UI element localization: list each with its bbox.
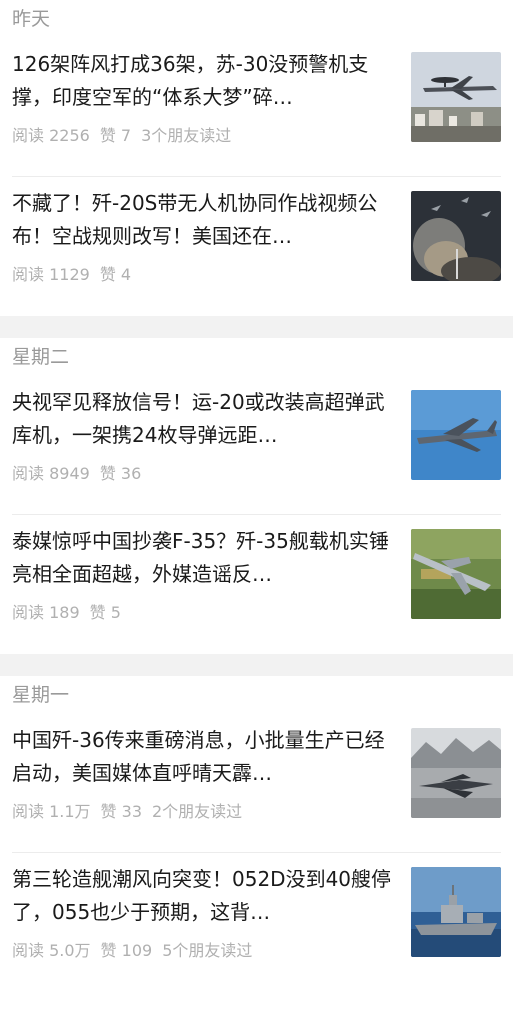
awacs-plane-photo[interactable] — [411, 52, 501, 142]
section-date-label: 昨天 — [12, 8, 51, 30]
friends-read: 3个朋友读过 — [141, 126, 232, 145]
like-count: 赞 109 — [100, 941, 153, 960]
article-title[interactable]: 泰媒惊呼中国抄袭F-35？歼-35舰载机实锤亮相全面超越，外媒造谣反… — [12, 525, 397, 591]
read-count: 阅读 189 — [12, 603, 80, 622]
jet-on-runway-photo[interactable] — [411, 728, 501, 818]
read-count: 阅读 5.0万 — [12, 941, 91, 960]
like-count: 赞 4 — [99, 265, 132, 284]
article-meta: 阅读 8949 赞 36 — [12, 460, 151, 484]
article-group-tuesday: 星期二 央视罕见释放信号！运-20或改装高超弹武库机，一架携24枚导弹远距… 阅… — [0, 338, 513, 654]
like-count: 赞 33 — [100, 802, 142, 821]
article-group-monday: 星期一 中国歼-36传来重磅消息，小批量生产已经启动，美国媒体直呼晴天霹… 阅读… — [0, 676, 513, 992]
warship-photo[interactable] — [411, 867, 501, 957]
section-date-label: 星期一 — [12, 684, 70, 706]
like-count: 赞 36 — [99, 464, 142, 483]
section-divider — [0, 316, 513, 338]
stealth-fighter-photo[interactable] — [411, 529, 501, 619]
article-meta: 阅读 189 赞 5 — [12, 599, 131, 623]
section-divider — [0, 654, 513, 676]
friends-read: 5个朋友读过 — [162, 941, 253, 960]
read-count: 阅读 2256 — [12, 126, 90, 145]
article-title[interactable]: 第三轮造舰潮风向突变！052D没到40艘停了，055也少于预期，这背… — [12, 863, 397, 929]
transport-plane-photo[interactable] — [411, 390, 501, 480]
article-meta: 阅读 5.0万赞 109 5个朋友读过 — [12, 937, 262, 961]
article-item[interactable]: 央视罕见释放信号！运-20或改装高超弹武库机，一架携24枚导弹远距… 阅读 89… — [12, 376, 501, 515]
article-meta: 阅读 1.1万赞 33 2个朋友读过 — [12, 798, 252, 822]
section-date-label: 星期二 — [12, 346, 70, 368]
friends-read: 2个朋友读过 — [152, 802, 243, 821]
article-title[interactable]: 中国歼-36传来重磅消息，小批量生产已经启动，美国媒体直呼晴天霹… — [12, 724, 397, 790]
article-item[interactable]: 第三轮造舰潮风向突变！052D没到40艘停了，055也少于预期，这背… 阅读 5… — [12, 853, 501, 992]
article-title[interactable]: 不藏了！歼-20S带无人机协同作战视频公布！空战规则改写！美国还在… — [12, 187, 397, 253]
like-count: 赞 7 — [99, 126, 132, 145]
article-title[interactable]: 央视罕见释放信号！运-20或改装高超弹武库机，一架携24枚导弹远距… — [12, 386, 397, 452]
like-count: 赞 5 — [89, 603, 121, 622]
article-item[interactable]: 不藏了！歼-20S带无人机协同作战视频公布！空战规则改写！美国还在… 阅读 11… — [12, 177, 501, 316]
read-count: 阅读 8949 — [12, 464, 90, 483]
article-item[interactable]: 中国歼-36传来重磅消息，小批量生产已经启动，美国媒体直呼晴天霹… 阅读 1.1… — [12, 714, 501, 853]
article-item[interactable]: 泰媒惊呼中国抄袭F-35？歼-35舰载机实锤亮相全面超越，外媒造谣反… 阅读 1… — [12, 515, 501, 654]
article-meta: 阅读 2256 赞 7 3个朋友读过 — [12, 122, 241, 146]
read-count: 阅读 1.1万 — [12, 802, 91, 821]
article-item[interactable]: 126架阵风打成36架，苏-30没预警机支撑，印度空军的“体系大梦”碎… 阅读 … — [12, 38, 501, 177]
article-group-yesterday: 昨天 126架阵风打成36架，苏-30没预警机支撑，印度空军的“体系大梦”碎… … — [0, 0, 513, 316]
article-meta: 阅读 1129 赞 4 — [12, 261, 141, 285]
fighter-formation-photo[interactable] — [411, 191, 501, 281]
article-title[interactable]: 126架阵风打成36架，苏-30没预警机支撑，印度空军的“体系大梦”碎… — [12, 48, 397, 114]
read-count: 阅读 1129 — [12, 265, 90, 284]
